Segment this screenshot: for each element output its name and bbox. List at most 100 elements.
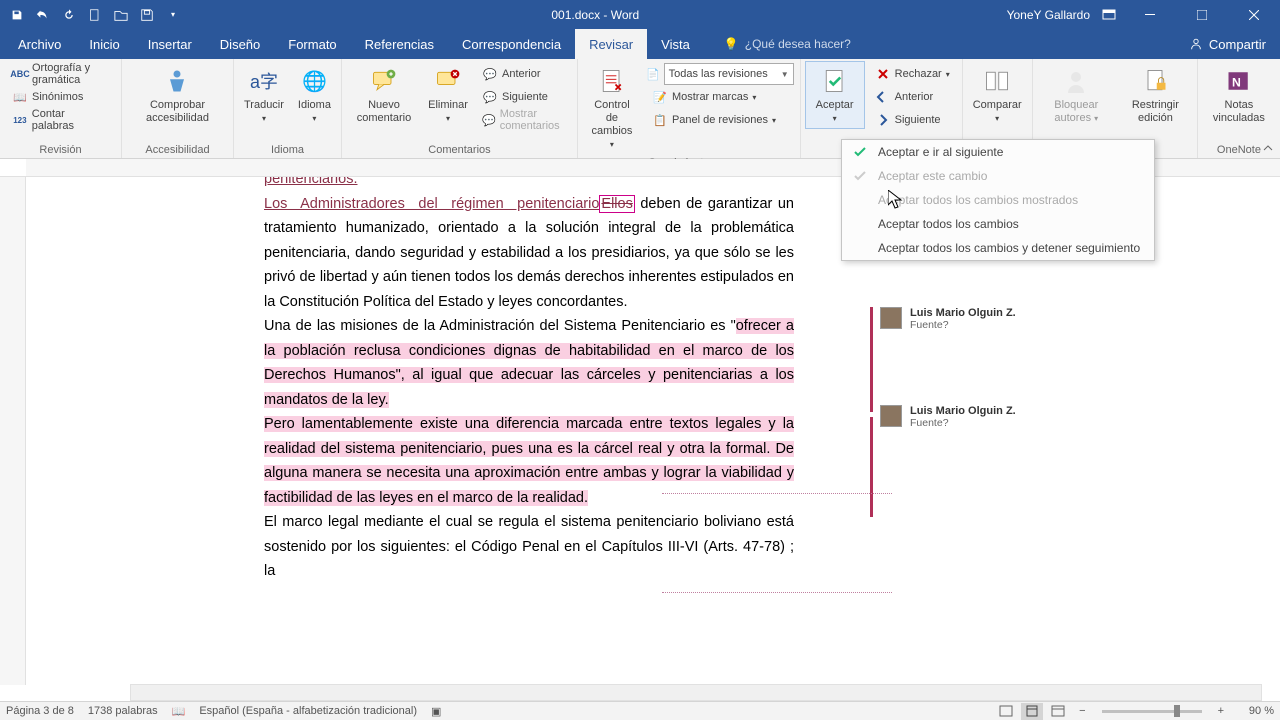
autosave-icon[interactable] [6,4,28,26]
tab-archivo[interactable]: Archivo [4,29,75,59]
block-authors-icon [1060,65,1092,97]
quick-access-toolbar: ▾ [0,4,184,26]
comment-card[interactable]: Luis Mario Olguin Z. Fuente? [880,307,1016,331]
zoom-level[interactable]: 90 % [1234,705,1274,717]
doc-paragraph: Una de las misiones de la Administración… [264,314,794,412]
language-indicator[interactable]: Español (España - alfabetización tradici… [199,705,417,717]
group-label-idioma: Idioma [238,142,337,158]
open-icon[interactable] [110,4,132,26]
tab-insertar[interactable]: Insertar [134,29,206,59]
horizontal-scrollbar[interactable] [130,684,1262,701]
vertical-ruler[interactable] [0,177,26,685]
redo-icon[interactable] [58,4,80,26]
minimize-button[interactable] [1128,0,1172,29]
svg-text:N: N [1232,75,1241,89]
comment-text: Fuente? [910,319,1016,331]
tab-referencias[interactable]: Referencias [351,29,448,59]
accept-this-change: Aceptar este cambio [842,164,1154,188]
globe-icon: 🌐 [298,65,330,97]
tab-formato[interactable]: Formato [274,29,350,59]
proofing-icon[interactable]: 📖 [172,705,186,718]
tab-inicio[interactable]: Inicio [75,29,133,59]
comment-show-icon: 💬 [482,112,496,128]
prev-comment-button[interactable]: 💬Anterior [476,63,571,85]
display-for-review-combo[interactable]: Todas las revisiones▼ [664,63,794,85]
onenote-icon: N [1223,65,1255,97]
track-changes-icon [596,65,628,97]
translate-icon: a字 [248,65,280,97]
ribbon-display-icon[interactable] [1098,4,1120,26]
new-doc-icon[interactable] [84,4,106,26]
accessibility-button[interactable]: Comprobar accesibilidad [126,61,229,129]
tab-vista[interactable]: Vista [647,29,704,59]
accept-icon [852,168,868,184]
share-icon [1189,37,1203,51]
comment-text: Fuente? [910,417,1016,429]
pane-icon: 📋 [652,112,668,128]
block-authors-button: Bloquear autores ▾ [1037,61,1116,129]
track-changes-button[interactable]: Control de cambios ▾ [582,61,642,155]
accessibility-icon [161,65,193,97]
count-icon: 123 [12,112,28,128]
accept-button[interactable]: Aceptar▾ [805,61,865,129]
undo-icon[interactable] [32,4,54,26]
accept-dropdown: Aceptar e ir al siguiente Aceptar este c… [841,139,1155,261]
lock-icon [1139,65,1171,97]
compare-button[interactable]: Comparar▾ [967,61,1028,129]
compare-icon [981,65,1013,97]
onenote-button[interactable]: N Notas vinculadas [1202,61,1276,129]
markup-mode-icon: 📄 [646,68,660,81]
avatar [880,307,902,329]
close-button[interactable] [1232,0,1276,29]
abc-check-icon: ABC [12,66,28,82]
tab-correspondencia[interactable]: Correspondencia [448,29,575,59]
translate-button[interactable]: a字 Traducir▾ [238,61,290,129]
window-title: 001.docx - Word [184,8,1007,22]
accept-all-stop-tracking[interactable]: Aceptar todos los cambios y detener segu… [842,236,1154,260]
accept-all[interactable]: Aceptar todos los cambios [842,212,1154,236]
comment-author: Luis Mario Olguin Z. [910,307,1016,319]
user-name[interactable]: YoneY Gallardo [1007,8,1090,22]
thesaurus-button[interactable]: 📖Sinónimos [6,86,115,108]
prev-change-button[interactable]: Anterior [869,86,956,108]
word-count-button[interactable]: 123Contar palabras [6,109,115,131]
prev-change-icon [875,89,891,105]
next-change-button[interactable]: Siguiente [869,109,956,131]
comment-card[interactable]: Luis Mario Olguin Z. Fuente? [880,405,1016,429]
statusbar: Página 3 de 8 1738 palabras 📖 Español (E… [0,701,1280,720]
web-layout-button[interactable] [1047,703,1069,720]
next-comment-button[interactable]: 💬Siguiente [476,86,571,108]
tell-me-search[interactable]: 💡 ¿Qué desea hacer? [704,37,1189,51]
book-icon: 📖 [12,89,28,105]
word-count[interactable]: 1738 palabras [88,705,158,717]
share-button[interactable]: Compartir [1189,37,1280,52]
page-indicator[interactable]: Página 3 de 8 [6,705,74,717]
accept-icon [852,144,868,160]
delete-comment-button[interactable]: Eliminar▾ [424,61,472,129]
reject-button[interactable]: Rechazar ▾ [869,63,956,85]
zoom-out-button[interactable]: − [1073,705,1091,717]
read-mode-button[interactable] [995,703,1017,720]
zoom-slider[interactable] [1102,710,1202,713]
tab-revisar[interactable]: Revisar [575,29,647,59]
tab-diseno[interactable]: Diseño [206,29,274,59]
language-button[interactable]: 🌐 Idioma▾ [292,61,337,129]
ribbon-tabs: Archivo Inicio Insertar Diseño Formato R… [0,29,1280,59]
show-markup-button[interactable]: 📝Mostrar marcas ▾ [646,86,794,108]
comment-connector [662,493,892,494]
collapse-ribbon-icon[interactable] [1262,142,1274,154]
next-change-icon [875,112,891,128]
accept-and-next[interactable]: Aceptar e ir al siguiente [842,140,1154,164]
new-comment-button[interactable]: Nuevo comentario [346,61,422,129]
save-icon[interactable] [136,4,158,26]
zoom-in-button[interactable]: + [1212,705,1230,717]
qat-customize-icon[interactable]: ▾ [162,4,184,26]
restrict-editing-button[interactable]: Restringir edición [1118,61,1193,129]
print-layout-button[interactable] [1021,703,1043,720]
maximize-button[interactable] [1180,0,1224,29]
spelling-button[interactable]: ABCOrtografía y gramática [6,63,115,85]
comment-delete-icon [432,65,464,97]
reviewing-pane-button[interactable]: 📋Panel de revisiones ▾ [646,109,794,131]
macro-icon[interactable]: ▣ [431,705,441,718]
markup-icon: 📝 [652,89,668,105]
